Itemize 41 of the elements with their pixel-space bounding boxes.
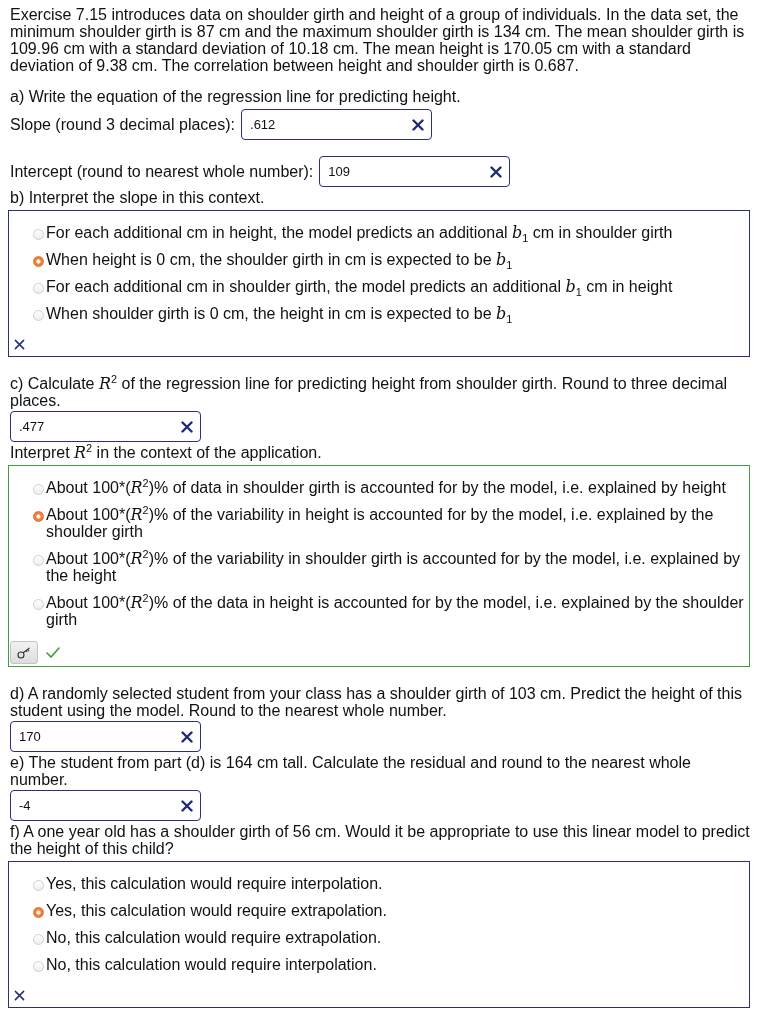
answer-field[interactable]: .477 (10, 411, 201, 442)
option-label[interactable]: For each additional cm in shoulder girth, the model predicts an additional 𝑏$_{1}$ cm in height (44, 278, 749, 295)
radio-button[interactable] (33, 880, 44, 891)
key-button[interactable] (10, 641, 38, 664)
option-label[interactable]: About 100*(𝑅$^{2}$)% of the variability in height is accounted for by the model, i.e. explained by the shoulder girth (44, 506, 749, 540)
option-label[interactable]: About 100*(𝑅$^{2}$)% of the variability in shoulder girth is accounted for by the model, i.e. explained by the height (44, 550, 749, 584)
radio-button[interactable] (33, 484, 44, 495)
question-text: a) Write the equation of the regression line for predicting height. (9, 88, 462, 105)
radio-button[interactable] (33, 283, 44, 294)
question-text: f) A one year old has a shoulder girth of 56 cm. Would it be appropriate to use this linear model to predict the height of this child? (9, 823, 750, 857)
option-label[interactable]: Yes, this calculation would require interpolation. (44, 875, 749, 892)
radio-button[interactable] (33, 511, 44, 522)
field-label: Intercept (round to nearest whole number): (10, 163, 314, 180)
radio-button[interactable] (33, 907, 44, 918)
key-icon (17, 646, 31, 659)
option-label[interactable]: About 100*(𝑅$^{2}$)% of data in shoulder girth is accounted for by the model, i.e. explained by height (44, 479, 749, 496)
answer-field[interactable]: -4 (10, 790, 201, 821)
radio-button[interactable] (33, 934, 44, 945)
radio-button[interactable] (33, 256, 44, 267)
option-label[interactable]: No, this calculation would require interpolation. (44, 956, 749, 973)
question-text: c) Calculate 𝑅$^{2}$ of the regression line for predicting height from shoulder girth. Round to three decimal places. (9, 375, 729, 409)
option-label[interactable]: For each additional cm in height, the model predicts an additional 𝑏$_{1}$ cm in shoulder girth (44, 224, 749, 241)
option-label[interactable]: No, this calculation would require extrapolation. (44, 929, 749, 946)
option-label[interactable]: About 100*(𝑅$^{2}$)% of the data in height is accounted for by the model, i.e. explained by the shoulder girth (44, 594, 749, 628)
question-text: Interpret 𝑅$^{2}$ in the context of the application. (9, 444, 323, 461)
radio-button[interactable] (33, 310, 44, 321)
radio-button[interactable] (33, 599, 44, 610)
answer-field[interactable]: 109 (319, 156, 511, 187)
answer-field[interactable]: 170 (10, 721, 201, 752)
option-label[interactable]: When height is 0 cm, the shoulder girth in cm is expected to be 𝑏$_{1}$ (44, 251, 749, 268)
question-text: e) The student from part (d) is 164 cm tall. Calculate the residual and round to the nearest whole number. (9, 754, 692, 788)
option-label[interactable]: Yes, this calculation would require extrapolation. (44, 902, 749, 919)
intro-paragraph: Exercise 7.15 introduces data on shoulder girth and height of a group of individuals. In the data set, the minimum shoulder girth is 87 cm and the maximum shoulder girth is 134 cm. The mean shoulder girth is 109.96 cm with a standard deviation of 10.18 cm. The mean height is 170.05 cm with a standard deviation of 9.38 cm. The correlation between height and shoulder girth is 0.687. (9, 6, 746, 74)
radio-button[interactable] (33, 961, 44, 972)
field-label: Slope (round 3 decimal places): (10, 116, 235, 133)
question-text: d) A randomly selected student from your class has a shoulder girth of 103 cm. Predict the height of this student using the model. Round to the nearest whole number. (9, 685, 743, 719)
radio-button[interactable] (33, 555, 44, 566)
option-label[interactable]: When shoulder girth is 0 cm, the height in cm is expected to be 𝑏$_{1}$ (44, 305, 749, 322)
radio-button[interactable] (33, 229, 44, 240)
question-text: b) Interpret the slope in this context. (9, 189, 266, 206)
answer-field[interactable]: .612 (241, 109, 432, 140)
